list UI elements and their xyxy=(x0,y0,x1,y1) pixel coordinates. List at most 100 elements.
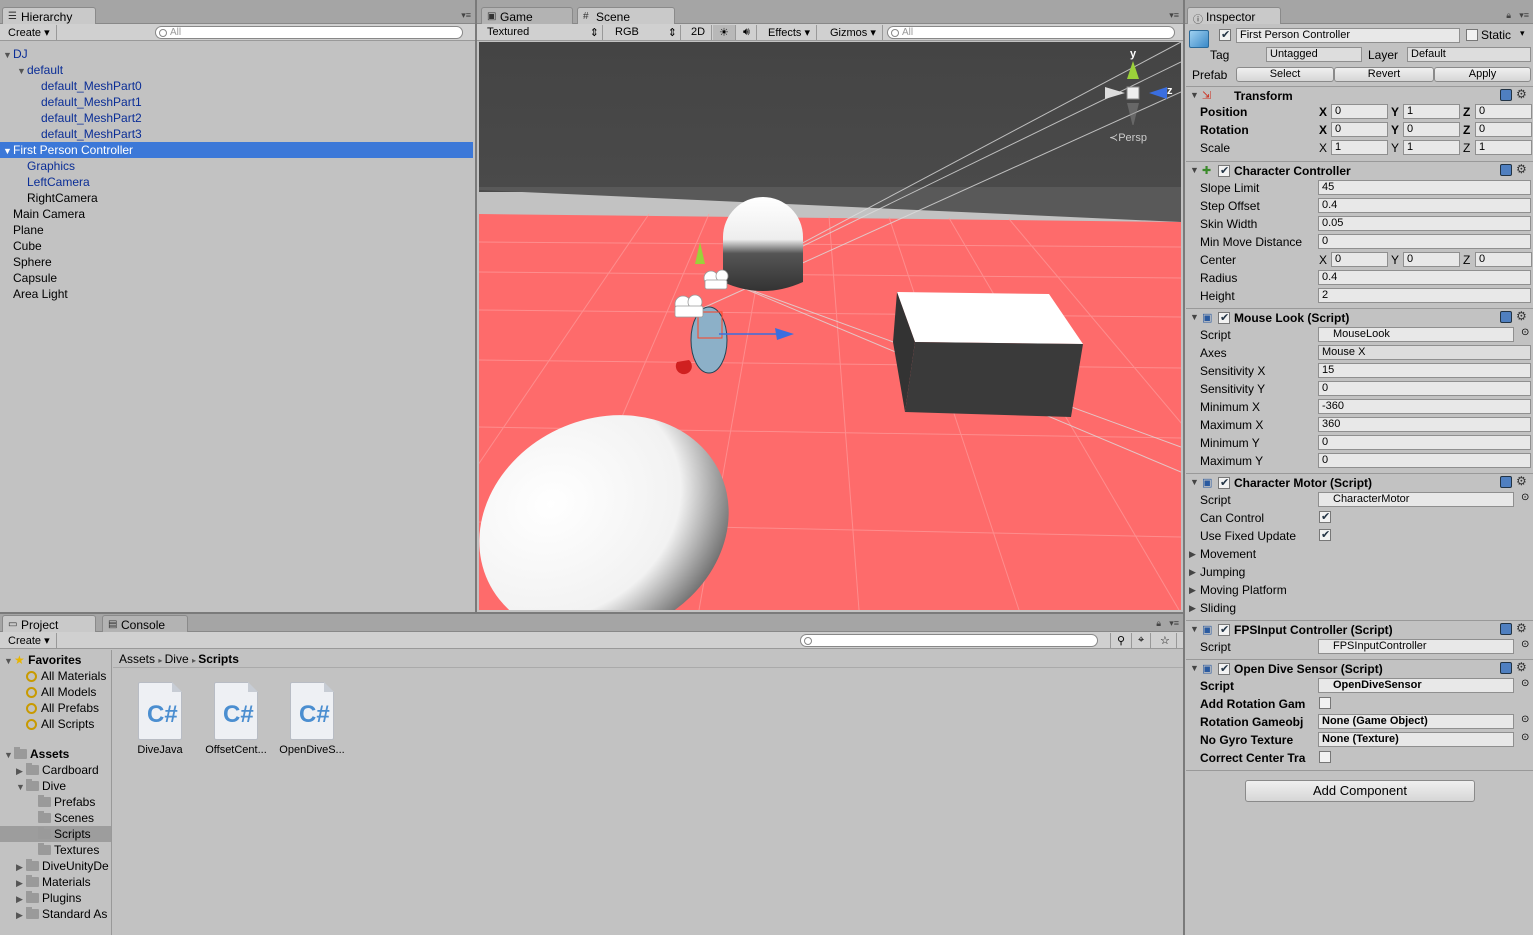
rotation-gameobj-field[interactable]: None (Game Object) xyxy=(1318,714,1514,729)
panel-menu-icon[interactable]: ▾≡ xyxy=(1169,618,1179,629)
axis-y-field[interactable]: 0 xyxy=(1403,252,1460,267)
help-book-icon[interactable] xyxy=(1500,662,1512,674)
tab-project[interactable]: ▭ Project xyxy=(2,615,96,632)
object-name-input[interactable]: First Person Controller xyxy=(1236,28,1460,43)
layer-dropdown[interactable]: Default xyxy=(1407,47,1531,62)
foldout-arrow-icon[interactable]: ▼ xyxy=(1190,312,1199,322)
value-field[interactable]: 2 xyxy=(1318,288,1531,303)
value-field[interactable]: 45 xyxy=(1318,180,1531,195)
tab-hierarchy[interactable]: ☰ Hierarchy xyxy=(2,7,96,24)
expand-arrow-icon[interactable]: ▶ xyxy=(16,891,26,907)
fps-input-header[interactable]: ▼▣ FPSInput Controller (Script) ⚙ xyxy=(1186,620,1533,639)
folder-item[interactable]: ▶ Plugins xyxy=(0,890,111,906)
axis-y-field[interactable]: 0 xyxy=(1403,122,1460,137)
render-channel-dropdown[interactable]: RGB ⇕ xyxy=(609,25,681,40)
hierarchy-item[interactable]: LeftCamera xyxy=(0,174,473,190)
axis-x-field[interactable]: 0 xyxy=(1331,252,1388,267)
help-book-icon[interactable] xyxy=(1500,164,1512,176)
axis-z-field[interactable]: 0 xyxy=(1475,104,1532,119)
static-dropdown-icon[interactable]: ▾ xyxy=(1520,28,1525,39)
axis-x-field[interactable]: 0 xyxy=(1331,122,1388,137)
open-dive-sensor-header[interactable]: ▼▣ Open Dive Sensor (Script) ⚙ xyxy=(1186,659,1533,678)
gizmos-dropdown[interactable]: Gizmos ▾ xyxy=(824,25,883,40)
object-picker-icon[interactable]: ⊙ xyxy=(1521,639,1529,650)
lock-icon[interactable]: 🔒︎ xyxy=(1506,10,1511,21)
tab-console[interactable]: ▤ Console xyxy=(102,615,188,632)
hierarchy-item[interactable]: ▼First Person Controller xyxy=(0,142,473,158)
folder-item[interactable]: ▶ DiveUnityDe xyxy=(0,858,111,874)
character-controller-header[interactable]: ▼✚ Character Controller ⚙ xyxy=(1186,161,1533,180)
prefab-select-button[interactable]: Select xyxy=(1236,67,1334,82)
axis-z-field[interactable]: 1 xyxy=(1475,140,1532,155)
gear-icon[interactable]: ⚙ xyxy=(1516,309,1527,323)
value-field[interactable]: 15 xyxy=(1318,363,1531,378)
axes-dropdown[interactable]: Mouse X xyxy=(1318,345,1531,360)
hierarchy-item[interactable]: default_MeshPart0 xyxy=(0,78,473,94)
assets-header[interactable]: ▼ Assets xyxy=(4,746,69,762)
gear-icon[interactable]: ⚙ xyxy=(1516,87,1527,101)
hierarchy-item[interactable]: Area Light xyxy=(0,286,473,302)
hierarchy-item[interactable]: ▼DJ xyxy=(0,46,473,62)
value-field[interactable]: 0.4 xyxy=(1318,270,1531,285)
foldout-arrow-icon[interactable]: ▼ xyxy=(1190,165,1199,175)
expand-arrow-icon[interactable]: ▼ xyxy=(3,143,13,159)
expand-arrow-icon[interactable]: ▶ xyxy=(16,859,26,875)
gear-icon[interactable]: ⚙ xyxy=(1516,474,1527,488)
hierarchy-search-input[interactable]: All xyxy=(155,26,463,39)
prefab-apply-button[interactable]: Apply xyxy=(1434,67,1531,82)
hierarchy-item[interactable]: Capsule xyxy=(0,270,473,286)
foldout-label[interactable]: Sliding xyxy=(1200,600,1236,616)
enabled-checkbox[interactable] xyxy=(1218,164,1230,177)
folder-item[interactable]: ▶ Cardboard xyxy=(0,762,111,778)
use-fixed-update-checkbox[interactable] xyxy=(1319,528,1331,541)
value-field[interactable]: 0 xyxy=(1318,453,1531,468)
foldout-arrow-icon[interactable]: ▼ xyxy=(1190,663,1199,673)
tab-game[interactable]: ▣ Game xyxy=(481,7,573,24)
expand-arrow-icon[interactable]: ▼ xyxy=(3,47,13,63)
hierarchy-item[interactable]: Graphics xyxy=(0,158,473,174)
character-motor-header[interactable]: ▼▣ Character Motor (Script) ⚙ xyxy=(1186,473,1533,492)
help-book-icon[interactable] xyxy=(1500,623,1512,635)
csharp-file-icon[interactable]: C# xyxy=(138,682,182,740)
enabled-checkbox[interactable] xyxy=(1218,311,1230,324)
help-book-icon[interactable] xyxy=(1500,311,1512,323)
shading-mode-dropdown[interactable]: Textured ⇕ xyxy=(481,25,603,40)
gear-icon[interactable]: ⚙ xyxy=(1516,162,1527,176)
panel-menu-icon[interactable]: ▾≡ xyxy=(461,10,471,21)
foldout-arrow-icon[interactable]: ▶ xyxy=(1189,603,1196,614)
foldout-arrow-icon[interactable]: ▼ xyxy=(1190,477,1199,487)
tag-dropdown[interactable]: Untagged xyxy=(1266,47,1362,62)
hierarchy-item[interactable]: Sphere xyxy=(0,254,473,270)
lock-icon[interactable]: 🔒︎ xyxy=(1156,618,1161,629)
favorite-item[interactable]: All Materials xyxy=(26,668,106,684)
scene-search-input[interactable]: All xyxy=(887,26,1175,39)
value-field[interactable]: 0 xyxy=(1318,435,1531,450)
folder-item[interactable]: ▶ Standard As xyxy=(0,906,111,922)
expand-arrow-icon[interactable]: ▶ xyxy=(16,907,26,923)
foldout-arrow-icon[interactable]: ▶ xyxy=(1189,567,1196,578)
tab-scene[interactable]: # Scene xyxy=(577,7,675,24)
axis-x-field[interactable]: 0 xyxy=(1331,104,1388,119)
create-dropdown[interactable]: Create ▾ xyxy=(2,633,57,648)
lighting-toggle-icon[interactable]: ☀ xyxy=(713,25,736,40)
object-picker-icon[interactable]: ⊙ xyxy=(1521,732,1529,743)
folder-item[interactable]: Scenes xyxy=(0,810,111,826)
correct-center-checkbox[interactable] xyxy=(1319,751,1331,763)
search-by-label-icon[interactable]: ⌖ xyxy=(1132,633,1152,648)
folder-item[interactable]: ▼ Dive xyxy=(0,778,111,794)
foldout-arrow-icon[interactable]: ▶ xyxy=(1189,549,1196,560)
hierarchy-item[interactable]: default_MeshPart3 xyxy=(0,126,473,142)
gear-icon[interactable]: ⚙ xyxy=(1516,660,1527,674)
value-field[interactable]: -360 xyxy=(1318,399,1531,414)
value-field[interactable]: 360 xyxy=(1318,417,1531,432)
can-control-checkbox[interactable] xyxy=(1319,510,1331,523)
axis-x-field[interactable]: 1 xyxy=(1331,140,1388,155)
add-component-button[interactable]: Add Component xyxy=(1245,780,1475,802)
axis-z-field[interactable]: 0 xyxy=(1475,122,1532,137)
foldout-arrow-icon[interactable]: ▶ xyxy=(1189,585,1196,596)
audio-toggle-icon[interactable]: 🔊︎ xyxy=(737,25,757,40)
foldout-label[interactable]: Moving Platform xyxy=(1200,582,1287,598)
enabled-checkbox[interactable] xyxy=(1218,623,1230,636)
value-field[interactable]: 0.05 xyxy=(1318,216,1531,231)
static-checkbox[interactable] xyxy=(1466,29,1478,41)
